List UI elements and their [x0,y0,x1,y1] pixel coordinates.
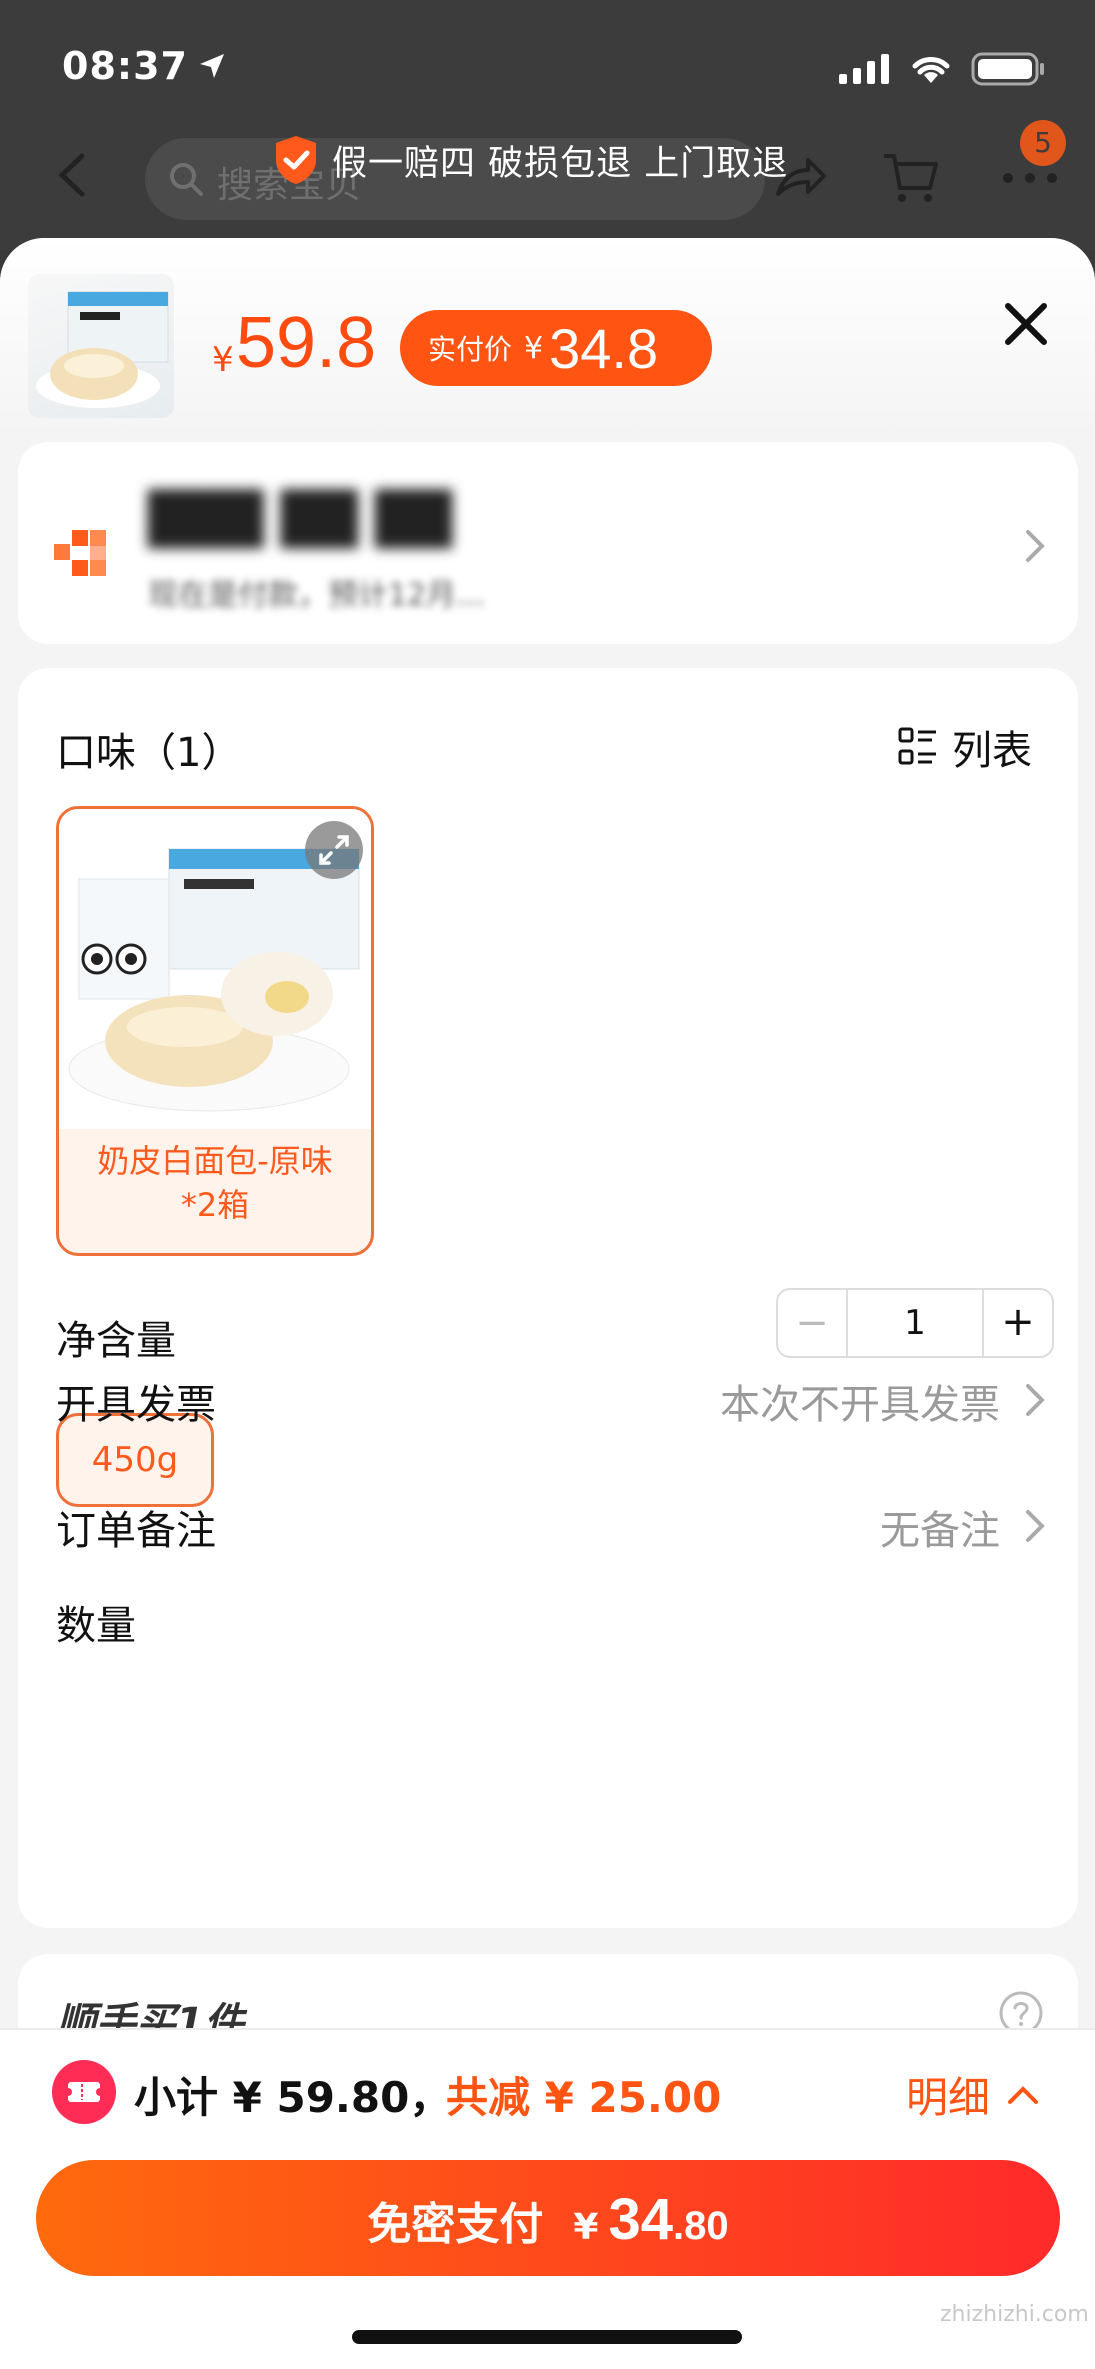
order-note-label: 订单备注 [56,1508,216,1554]
status-indicators [839,52,1045,86]
address-name: ███ ██ ██ [148,490,452,548]
expand-image-button[interactable] [305,821,363,879]
actual-price-currency: ¥ [524,330,544,366]
bread-box-image [36,291,169,408]
checkout-footer: 小计 ¥ 59.80， 共减 ¥ 25.00 明细 免密支付 ¥ 34 .80 … [0,2028,1095,2369]
guarantee-text: 假一赔四 破损包退 上门取退 [332,143,789,184]
guarantee-banner: 假一赔四 破损包退 上门取退 [272,134,788,186]
cart-icon[interactable] [880,148,940,208]
list-icon [898,727,936,765]
net-weight-label: 净含量 [56,1318,176,1364]
signal-icon [839,54,889,84]
status-time: 08:37 [62,44,188,88]
invoice-value: 本次不开具发票 [720,1382,1000,1428]
order-note-value: 无备注 [880,1508,1000,1554]
coupon-icon [52,2060,116,2124]
search-icon [170,163,203,196]
cart-count-badge: 5 [1020,120,1066,166]
location-arrow-icon [200,54,224,78]
more-icon[interactable] [1000,170,1060,186]
quantity-label: 数量 [56,1603,136,1649]
actual-price-label: 实付价 [428,333,513,366]
flavor-option-caption: 奶皮白面包-原味 *2箱 [97,1142,333,1224]
chevron-right-icon [1026,1510,1045,1542]
discount-text: 共减 ¥ 25.00 [446,2073,722,2122]
flavor-label: 口味（1） [56,730,242,776]
list-view-toggle[interactable]: 列表 [898,718,1032,776]
share-icon[interactable] [770,148,830,208]
price-detail-label: 明细 [906,2073,991,2122]
subtotal-text: 小计 ¥ 59.80， [134,2073,452,2122]
watermark: zhizhizhi.com [940,2302,1089,2327]
invoice-label: 开具发票 [56,1382,216,1428]
chevron-right-icon [1026,1384,1045,1416]
pay-button-amount-dec: .80 [672,2204,729,2248]
expand-icon [319,835,349,865]
flavor-option[interactable]: 奶皮白面包-原味 *2箱 [56,806,374,1256]
price-detail-link[interactable]: 明细 [906,2064,1040,2125]
pay-button[interactable]: 免密支付 ¥ 34 .80 [36,2160,1060,2276]
home-indicator [352,2330,742,2344]
location-icon [54,530,106,576]
actual-price-value: 34.8 [549,316,659,380]
chevron-up-icon [1008,2085,1039,2104]
wifi-icon [912,57,950,83]
quantity-value[interactable]: 1 [848,1290,982,1356]
back-icon[interactable] [52,150,92,200]
decrease-button[interactable]: − [778,1290,848,1356]
increase-button[interactable]: + [982,1290,1052,1356]
pay-button-amount-int: 34 [608,2187,673,2252]
ticket-icon [64,2082,104,2102]
pay-button-label: 免密支付 [367,2199,544,2250]
top-navigation: 08:37 搜索宝贝 假一赔四 破损包退 上门取退 5 [0,0,1095,250]
battery-icon [971,52,1044,86]
list-view-label: 列表 [952,728,1032,774]
chevron-right-icon [1026,530,1045,562]
list-price: 59.8 [236,303,377,383]
product-thumbnail[interactable] [28,274,174,418]
pay-button-currency: ¥ [573,2207,599,2248]
actual-price-pill: 实付价 ¥ 34.8 [400,310,712,386]
price-currency: ¥ [212,340,234,380]
address-card[interactable]: ███ ██ ██ 现在是付款，预计12月... [18,442,1078,644]
close-icon[interactable] [998,296,1054,352]
quantity-stepper-control: − 1 + [776,1288,1054,1358]
address-detail: 现在是付款，预计12月... [148,578,485,613]
shield-check-icon [276,136,316,184]
